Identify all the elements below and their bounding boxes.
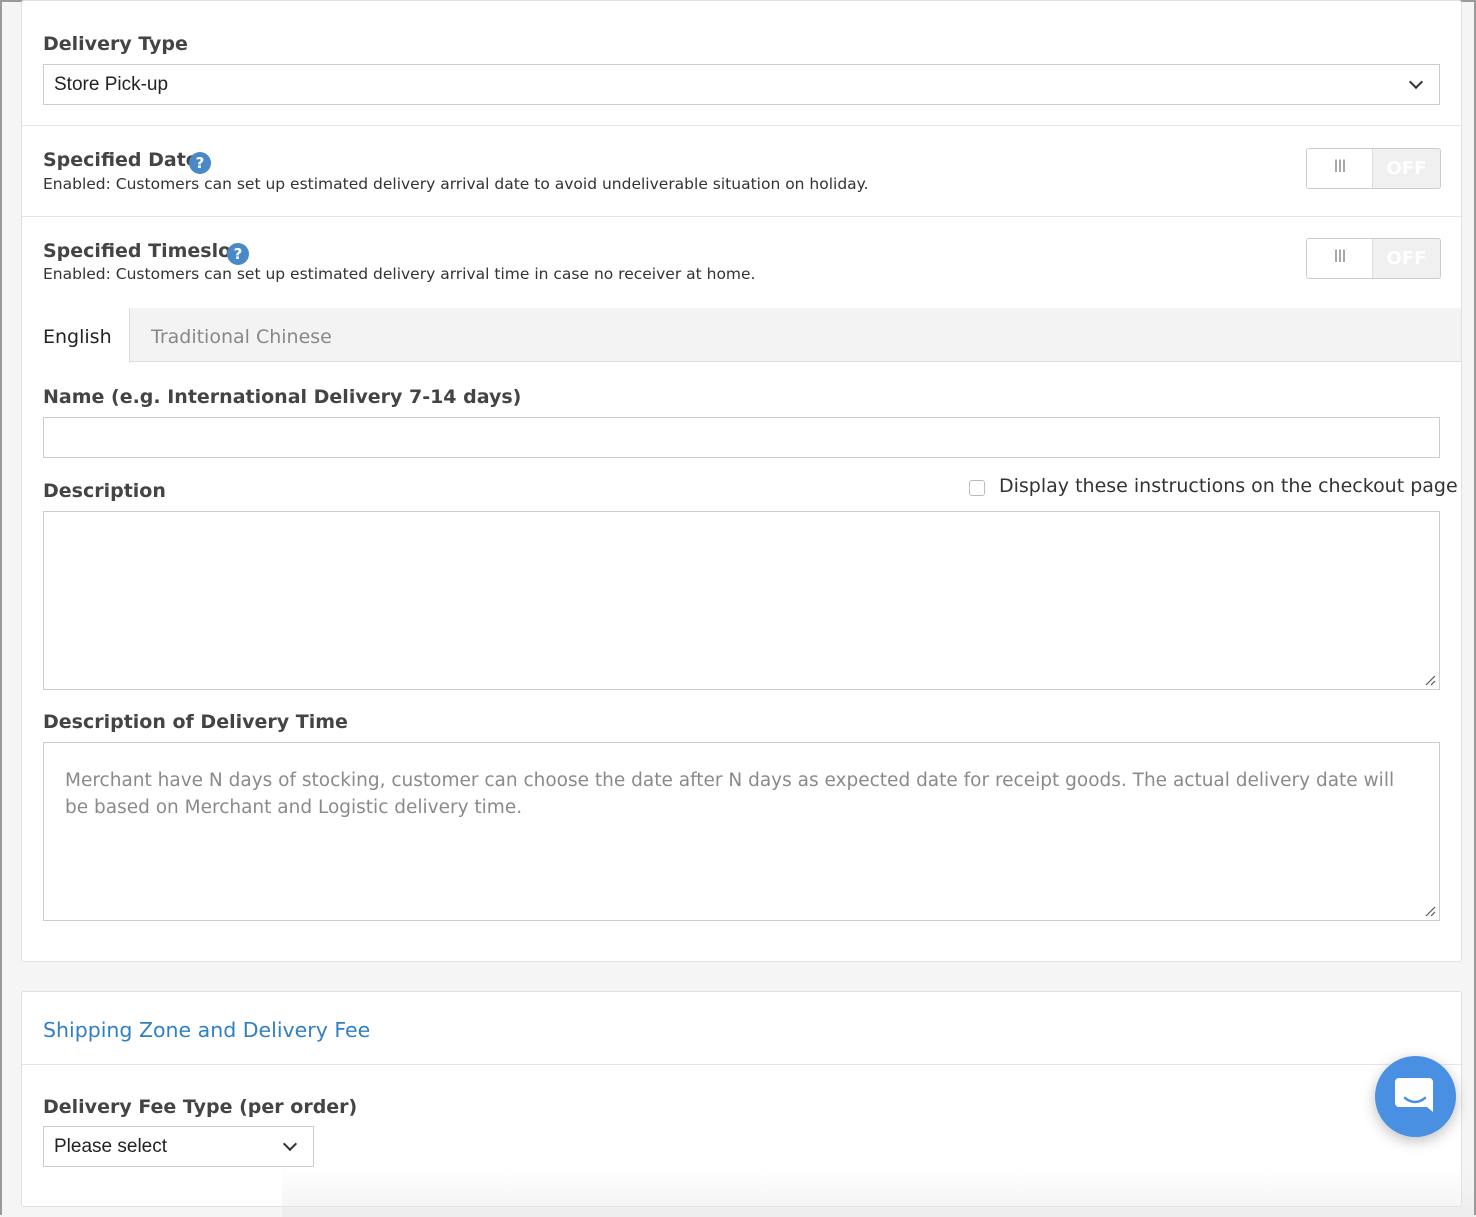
delivery-type-label: Delivery Type: [43, 33, 188, 55]
description-textarea[interactable]: [43, 511, 1440, 690]
delivery-time-placeholder: Merchant have N days of stocking, custom…: [65, 770, 1395, 818]
chat-launcher-button[interactable]: [1375, 1056, 1456, 1137]
name-input[interactable]: [43, 417, 1440, 458]
toggle-state-label: OFF: [1373, 149, 1440, 188]
display-instructions-label: Display these instructions on the checko…: [999, 475, 1458, 497]
delivery-time-label: Description of Delivery Time: [43, 711, 348, 733]
page-frame: Delivery Type Store Pick-up Specified Da…: [0, 0, 1476, 1217]
tab-traditional-chinese[interactable]: Traditional Chinese: [130, 308, 353, 362]
description-label: Description: [43, 480, 166, 502]
language-tab-bar: English Traditional Chinese: [22, 308, 1461, 363]
delivery-fee-type-selected-value: Please select: [54, 1136, 168, 1157]
resize-handle-icon[interactable]: [1424, 905, 1436, 917]
help-icon[interactable]: ?: [227, 243, 249, 265]
specified-date-label: Specified Date: [43, 149, 199, 171]
delivery-type-selected-value: Store Pick-up: [54, 74, 169, 95]
specified-timeslot-hint: Enabled: Customers can set up estimated …: [43, 265, 756, 283]
divider: [22, 216, 1461, 217]
delivery-fee-type-label: Delivery Fee Type (per order): [43, 1096, 358, 1118]
shipping-zone-card: Shipping Zone and Delivery Fee Delivery …: [21, 991, 1462, 1207]
delivery-settings-card: Delivery Type Store Pick-up Specified Da…: [21, 0, 1462, 962]
resize-handle-icon[interactable]: [1424, 674, 1436, 686]
toggle-handle: III: [1307, 149, 1373, 188]
delivery-fee-type-select[interactable]: Please select: [43, 1126, 314, 1167]
chevron-down-icon: [282, 1136, 298, 1152]
specified-date-toggle[interactable]: III OFF: [1306, 148, 1441, 189]
specified-timeslot-toggle[interactable]: III OFF: [1306, 238, 1441, 279]
shipping-zone-title: Shipping Zone and Delivery Fee: [43, 1018, 371, 1042]
divider: [22, 1064, 1461, 1065]
specified-timeslot-label: Specified Timeslot: [43, 240, 241, 262]
delivery-time-textarea[interactable]: Merchant have N days of stocking, custom…: [43, 742, 1440, 921]
toggle-state-label: OFF: [1373, 239, 1440, 278]
chevron-down-icon: [1408, 74, 1424, 90]
divider: [22, 125, 1461, 126]
name-label: Name (e.g. International Delivery 7-14 d…: [43, 386, 522, 408]
toggle-handle: III: [1307, 239, 1373, 278]
display-instructions-checkbox[interactable]: [969, 480, 985, 496]
specified-date-hint: Enabled: Customers can set up estimated …: [43, 175, 869, 193]
help-icon[interactable]: ?: [189, 152, 211, 174]
delivery-type-select[interactable]: Store Pick-up: [43, 64, 1440, 105]
tab-english[interactable]: English: [22, 308, 130, 363]
chat-bubble-icon: [1395, 1078, 1433, 1112]
